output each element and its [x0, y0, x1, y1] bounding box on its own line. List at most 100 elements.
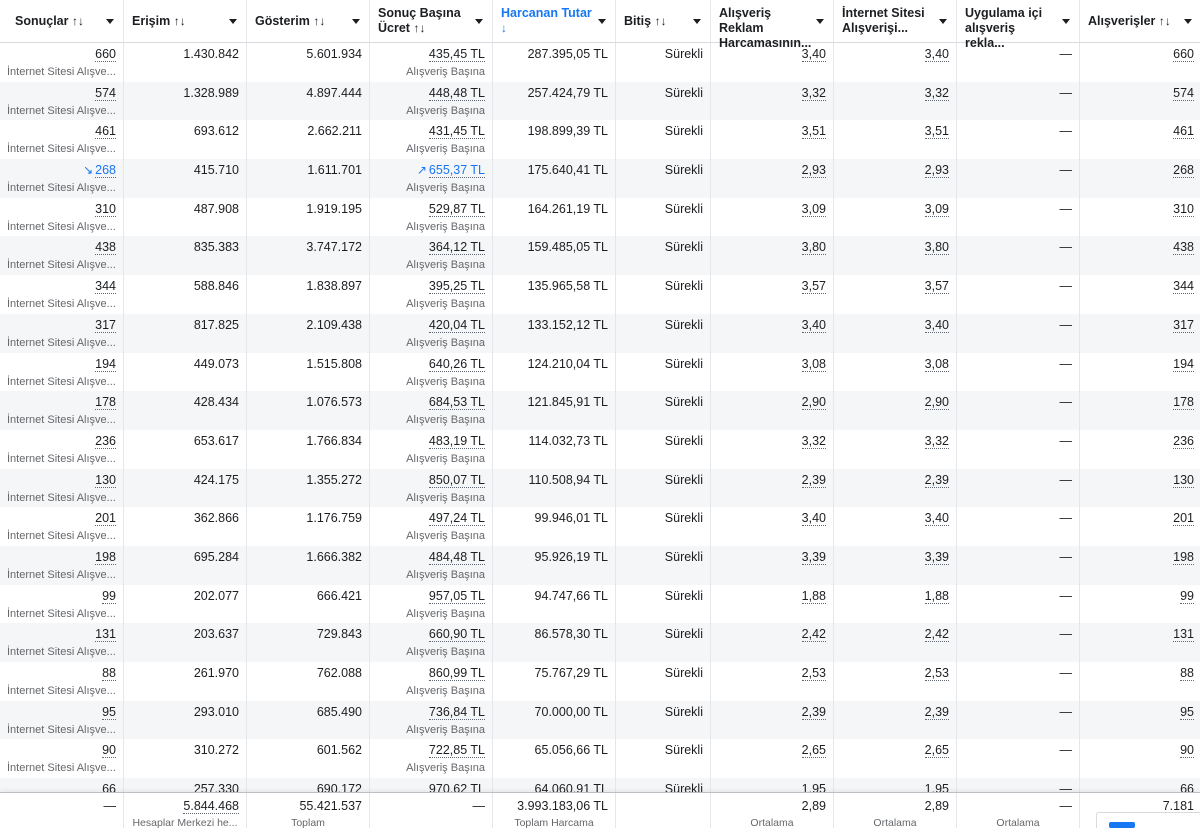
- cell-purchases[interactable]: 310: [1080, 198, 1200, 237]
- table-row[interactable]: 178 İnternet Sitesi Alışve... 428.434 1.076…: [0, 391, 1200, 430]
- cell-purchase-roas[interactable]: 3,80: [711, 236, 834, 276]
- cell-cost-per-result[interactable]: 435,45 TL Alışveriş Başına: [370, 43, 493, 82]
- cell-results[interactable]: 131 İnternet Sitesi Alışve...: [0, 623, 124, 662]
- cell-results[interactable]: 310 İnternet Sitesi Alışve...: [0, 197, 124, 237]
- table-row[interactable]: 201 İnternet Sitesi Alışve... 362.866 1.176…: [0, 507, 1200, 546]
- cell-cost-per-result[interactable]: 860,99 TL Alışveriş Başına: [370, 662, 493, 701]
- table-row[interactable]: 317 İnternet Sitesi Alışve... 817.825 2.109…: [0, 313, 1200, 353]
- cell-purchases[interactable]: 268: [1080, 159, 1200, 198]
- cell-purchase-roas[interactable]: 1,88: [711, 584, 834, 624]
- table-row[interactable]: 461 İnternet Sitesi Alışve... 693.612 2.662…: [0, 120, 1200, 160]
- cell-purchases[interactable]: 317: [1080, 314, 1200, 353]
- sort-icon[interactable]: ↑↓: [655, 14, 667, 28]
- column-header-results[interactable]: Sonuçlar ↑↓: [0, 0, 124, 42]
- table-row[interactable]: 574 İnternet Sitesi Alışve... 1.328.989 4.8…: [0, 81, 1200, 121]
- cell-website-purchase-roas[interactable]: 3,40: [834, 507, 957, 546]
- cell-purchases[interactable]: 99: [1080, 585, 1200, 624]
- cell-website-purchase-roas[interactable]: 3,09: [834, 197, 957, 237]
- cell-purchases[interactable]: 344: [1080, 275, 1200, 314]
- cell-website-purchase-roas[interactable]: 3,39: [834, 545, 957, 585]
- cell-purchases[interactable]: 131: [1080, 623, 1200, 662]
- cell-purchase-roas[interactable]: 3,32: [711, 429, 834, 469]
- table-row[interactable]: 130 İnternet Sitesi Alışve... 424.175 1.355…: [0, 468, 1200, 508]
- cell-website-purchase-roas[interactable]: 2,93: [834, 159, 957, 198]
- cell-cost-per-result[interactable]: 660,90 TL Alışveriş Başına: [370, 623, 493, 662]
- cell-purchase-roas[interactable]: 2,39: [711, 700, 834, 740]
- cell-results[interactable]: ↘ 268 İnternet Sitesi Alışve...: [0, 159, 124, 198]
- cell-purchases[interactable]: 130: [1080, 469, 1200, 508]
- chevron-down-icon[interactable]: [693, 19, 701, 24]
- cell-cost-per-result[interactable]: 736,84 TL Alışveriş Başına: [370, 700, 493, 740]
- sort-icon[interactable]: ↑↓: [313, 14, 325, 28]
- chevron-down-icon[interactable]: [106, 19, 114, 24]
- cell-results[interactable]: 66İnternet Sitesi Alışve...: [0, 778, 124, 792]
- cell-website-purchase-roas[interactable]: 3,32: [834, 81, 957, 121]
- column-header-cost-per-result[interactable]: Sonuç Başına Ücret ↑↓: [370, 0, 493, 42]
- cell-website-purchase-roas[interactable]: 3,40: [834, 43, 957, 82]
- cell-purchase-roas[interactable]: 3,32: [711, 81, 834, 121]
- cell-purchase-roas[interactable]: 1,95: [711, 778, 834, 792]
- cell-results[interactable]: 194 İnternet Sitesi Alışve...: [0, 352, 124, 392]
- column-header-impressions[interactable]: Gösterim ↑↓: [247, 0, 370, 42]
- table-row[interactable]: 90 İnternet Sitesi Alışve... 310.272 601.56…: [0, 739, 1200, 779]
- cell-cost-per-result[interactable]: 420,04 TL Alışveriş Başına: [370, 313, 493, 353]
- cell-purchases[interactable]: 95: [1080, 701, 1200, 740]
- cell-cost-per-result[interactable]: 957,05 TL Alışveriş Başına: [370, 584, 493, 624]
- column-header-ends[interactable]: Bitiş ↑↓: [616, 0, 711, 42]
- chevron-down-icon[interactable]: [939, 19, 947, 24]
- cell-website-purchase-roas[interactable]: 2,39: [834, 468, 957, 508]
- cell-purchases[interactable]: 236: [1080, 430, 1200, 469]
- cell-purchase-roas[interactable]: 3,39: [711, 545, 834, 585]
- cell-website-purchase-roas[interactable]: 3,57: [834, 275, 957, 314]
- table-row[interactable]: 66İnternet Sitesi Alışve...257.330690.17…: [0, 778, 1200, 792]
- column-header-reach[interactable]: Erişim ↑↓: [124, 0, 247, 42]
- cell-results[interactable]: 88 İnternet Sitesi Alışve...: [0, 662, 124, 701]
- table-row[interactable]: 131 İnternet Sitesi Alışve... 203.637 729.8…: [0, 623, 1200, 662]
- table-row[interactable]: 99 İnternet Sitesi Alışve... 202.077 666.42…: [0, 584, 1200, 624]
- cell-website-purchase-roas[interactable]: 2,90: [834, 391, 957, 430]
- cell-purchase-roas[interactable]: 2,90: [711, 391, 834, 430]
- column-header-website-purchase-roas[interactable]: İnternet Sitesi Alışverişi...: [834, 0, 957, 42]
- cell-cost-per-result[interactable]: 431,45 TL Alışveriş Başına: [370, 120, 493, 160]
- cell-results[interactable]: 344 İnternet Sitesi Alışve...: [0, 275, 124, 314]
- cell-purchase-roas[interactable]: 3,09: [711, 197, 834, 237]
- table-row[interactable]: ↘ 268 İnternet Sitesi Alışve... 415.710 1.61…: [0, 159, 1200, 198]
- cell-purchases[interactable]: 198: [1080, 546, 1200, 585]
- cell-cost-per-result[interactable]: 484,48 TL Alışveriş Başına: [370, 545, 493, 585]
- table-row[interactable]: 194 İnternet Sitesi Alışve... 449.073 1.515…: [0, 352, 1200, 392]
- cell-results[interactable]: 95 İnternet Sitesi Alışve...: [0, 700, 124, 740]
- cell-website-purchase-roas[interactable]: 3,51: [834, 120, 957, 160]
- cell-purchases[interactable]: 90: [1080, 739, 1200, 778]
- cell-purchase-roas[interactable]: 2,53: [711, 662, 834, 701]
- cell-website-purchase-roas[interactable]: 3,32: [834, 429, 957, 469]
- cell-purchase-roas[interactable]: 3,57: [711, 275, 834, 314]
- cell-cost-per-result[interactable]: 529,87 TL Alışveriş Başına: [370, 197, 493, 237]
- cell-website-purchase-roas[interactable]: 1,95: [834, 778, 957, 792]
- cell-purchase-roas[interactable]: 3,51: [711, 120, 834, 160]
- cell-purchases[interactable]: 574: [1080, 82, 1200, 121]
- cell-results[interactable]: 178 İnternet Sitesi Alışve...: [0, 391, 124, 430]
- cell-purchase-roas[interactable]: 3,40: [711, 313, 834, 353]
- column-header-purchases[interactable]: Alışverişler ↑↓: [1080, 0, 1200, 42]
- table-row[interactable]: 310 İnternet Sitesi Alışve... 487.908 1.919…: [0, 197, 1200, 237]
- cell-website-purchase-roas[interactable]: 2,42: [834, 623, 957, 662]
- cell-cost-per-result[interactable]: 448,48 TL Alışveriş Başına: [370, 81, 493, 121]
- cell-cost-per-result[interactable]: 497,24 TL Alışveriş Başına: [370, 507, 493, 546]
- column-header-purchase-roas[interactable]: Alışveriş Reklam Harcamasının...: [711, 0, 834, 50]
- table-row[interactable]: 438 İnternet Sitesi Alışve... 835.383 3.747…: [0, 236, 1200, 276]
- chevron-down-icon[interactable]: [229, 19, 237, 24]
- sort-desc-icon[interactable]: ↓: [501, 21, 507, 35]
- cell-website-purchase-roas[interactable]: 2,53: [834, 662, 957, 701]
- cell-website-purchase-roas[interactable]: 3,80: [834, 236, 957, 276]
- chevron-down-icon[interactable]: [1062, 19, 1070, 24]
- cell-results[interactable]: 660 İnternet Sitesi Alışve...: [0, 43, 124, 82]
- table-row[interactable]: 344 İnternet Sitesi Alışve... 588.846 1.838…: [0, 275, 1200, 314]
- cell-purchases[interactable]: 194: [1080, 353, 1200, 392]
- column-header-in-app-purchase-roas[interactable]: Uygulama içi alışveriş rekla...: [957, 0, 1080, 50]
- cell-purchases[interactable]: 660: [1080, 43, 1200, 82]
- cell-website-purchase-roas[interactable]: 2,39: [834, 700, 957, 740]
- cell-results[interactable]: 236 İnternet Sitesi Alışve...: [0, 429, 124, 469]
- table-row[interactable]: 236 İnternet Sitesi Alışve... 653.617 1.766…: [0, 429, 1200, 469]
- cell-cost-per-result[interactable]: 850,07 TL Alışveriş Başına: [370, 468, 493, 508]
- cell-results[interactable]: 574 İnternet Sitesi Alışve...: [0, 81, 124, 121]
